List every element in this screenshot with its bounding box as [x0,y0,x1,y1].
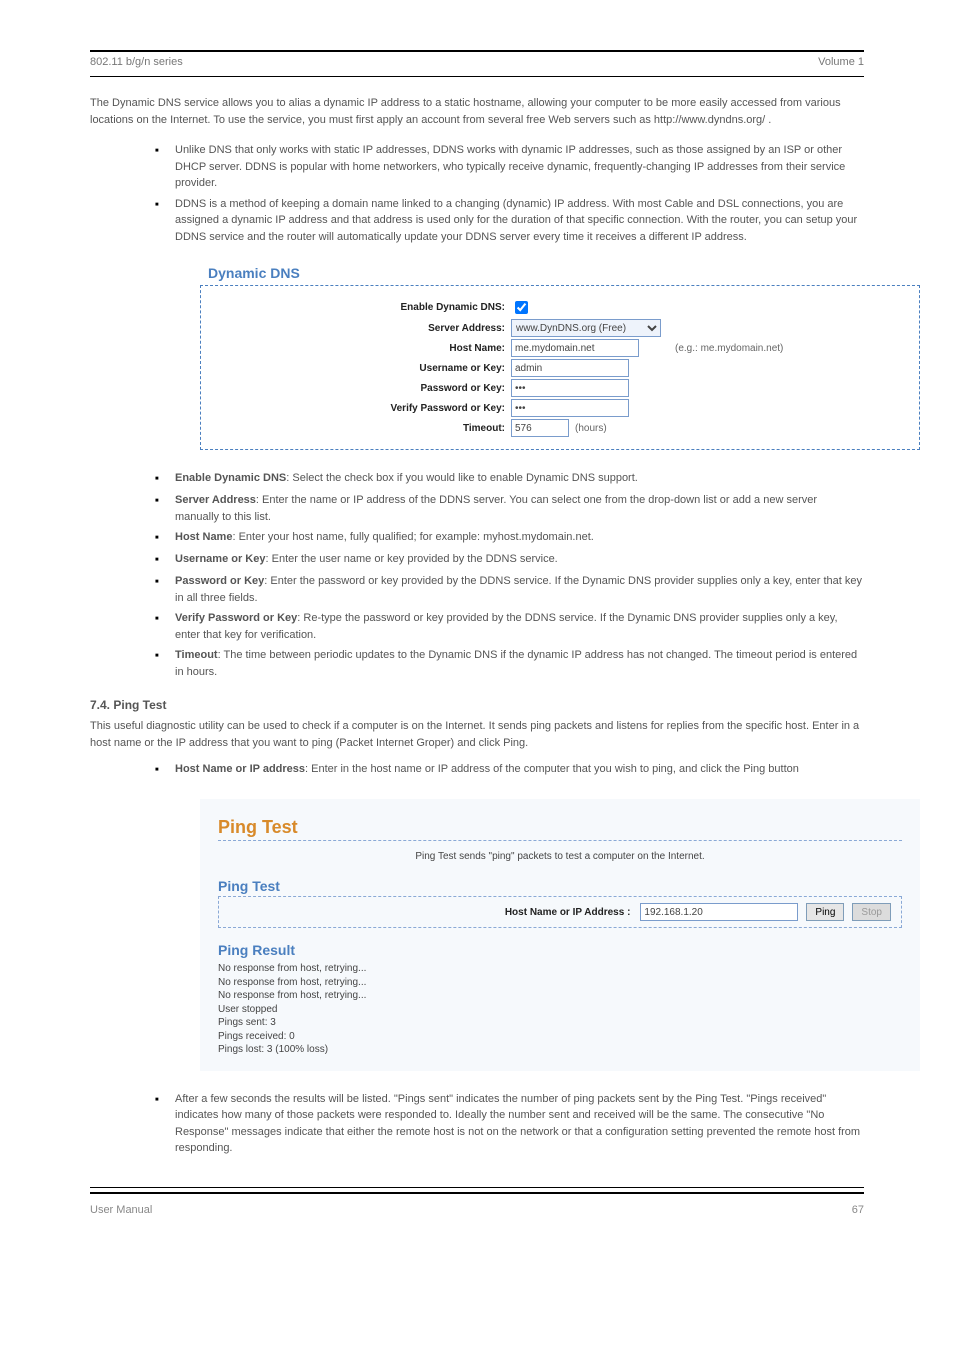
ping-rule [218,840,902,841]
ping-test-screenshot: Ping Test Ping Test sends "ping" packets… [200,799,920,1071]
footer-right: 67 [852,1204,864,1216]
ping-result-title: Ping Result [218,942,920,958]
username-input[interactable] [511,359,629,377]
ddns-bullet-server: ■ Server Address: Enter the name or IP a… [155,492,864,525]
header-right: Volume 1 [818,56,864,68]
intro-bullet-2: ■ DDNS is a method of keeping a domain n… [155,196,864,246]
header-left: 802.11 b/g/n series [90,56,183,68]
host-name-hint: (e.g.: me.mydomain.net) [675,343,783,354]
server-address-select[interactable]: www.DynDNS.org (Free) [511,319,661,337]
square-bullet-icon: ■ [155,761,165,779]
footer-left: User Manual [90,1204,152,1216]
ddns-bullet-user: ■ Username or Key: Enter the user name o… [155,551,864,569]
square-bullet-icon: ■ [155,492,165,525]
footer-rule-top [90,1187,864,1188]
label-timeout: Timeout: [215,423,511,434]
ping-main-title: Ping Test [218,817,920,838]
label-host-name: Host Name: [215,343,511,354]
ddns-bullet-timeout: ■ Timeout: The time between periodic upd… [155,647,864,680]
square-bullet-icon: ■ [155,470,165,488]
ping-form-box: Host Name or IP Address : Ping Stop [218,896,902,928]
verify-password-input[interactable] [511,399,629,417]
square-bullet-icon: ■ [155,1091,165,1157]
ddns-form-box: Enable Dynamic DNS: Server Address: www.… [200,285,920,450]
header-rule-bottom [90,76,864,77]
ddns-bullet-verify: ■ Verify Password or Key: Re-type the pa… [155,610,864,643]
ddns-bullet-host: ■ Host Name: Enter your host name, fully… [155,529,864,547]
footer-rule-bottom [90,1192,864,1194]
page-footer: User Manual 67 [90,1204,864,1216]
ping-sub-title: Ping Test [218,878,920,894]
password-input[interactable] [511,379,629,397]
ping-host-label: Host Name or IP Address : [505,907,631,918]
square-bullet-icon: ■ [155,196,165,246]
ping-host-input[interactable] [640,903,798,921]
square-bullet-icon: ■ [155,529,165,547]
label-username-key: Username or Key: [215,363,511,374]
stop-button[interactable]: Stop [852,903,891,921]
ping-bullet-host: ■ Host Name or IP address: Enter in the … [155,761,864,779]
section-heading-ping-test: 7.4. Ping Test [90,698,864,712]
square-bullet-icon: ■ [155,573,165,606]
host-name-input[interactable] [511,339,639,357]
timeout-input[interactable] [511,419,569,437]
square-bullet-icon: ■ [155,610,165,643]
label-enable-ddns: Enable Dynamic DNS: [215,302,511,313]
square-bullet-icon: ■ [155,142,165,192]
ping-result-explain-bullet: ■ After a few seconds the results will b… [155,1091,864,1157]
label-password-key: Password or Key: [215,383,511,394]
enable-ddns-checkbox[interactable] [515,301,528,314]
ddns-title: Dynamic DNS [208,265,920,281]
label-verify-password-key: Verify Password or Key: [215,403,511,414]
ddns-bullet-pass: ■ Password or Key: Enter the password or… [155,573,864,606]
dynamic-dns-screenshot: Dynamic DNS Enable Dynamic DNS: Server A… [200,265,920,450]
timeout-hint: (hours) [575,423,607,434]
square-bullet-icon: ■ [155,551,165,569]
header-rule-top [90,50,864,52]
ping-description: Ping Test sends "ping" packets to test a… [200,851,920,862]
ddns-bullet-enable: ■ Enable Dynamic DNS: Select the check b… [155,470,864,488]
ping-lead-text: This useful diagnostic utility can be us… [90,718,864,751]
intro-bullet-1: ■ Unlike DNS that only works with static… [155,142,864,192]
intro-para-1: The Dynamic DNS service allows you to al… [90,95,864,128]
square-bullet-icon: ■ [155,647,165,680]
label-server-address: Server Address: [215,323,511,334]
ping-result-text: No response from host, retrying... No re… [218,962,902,1057]
page-header: 802.11 b/g/n series Volume 1 [90,56,864,68]
ping-button[interactable]: Ping [806,903,844,921]
